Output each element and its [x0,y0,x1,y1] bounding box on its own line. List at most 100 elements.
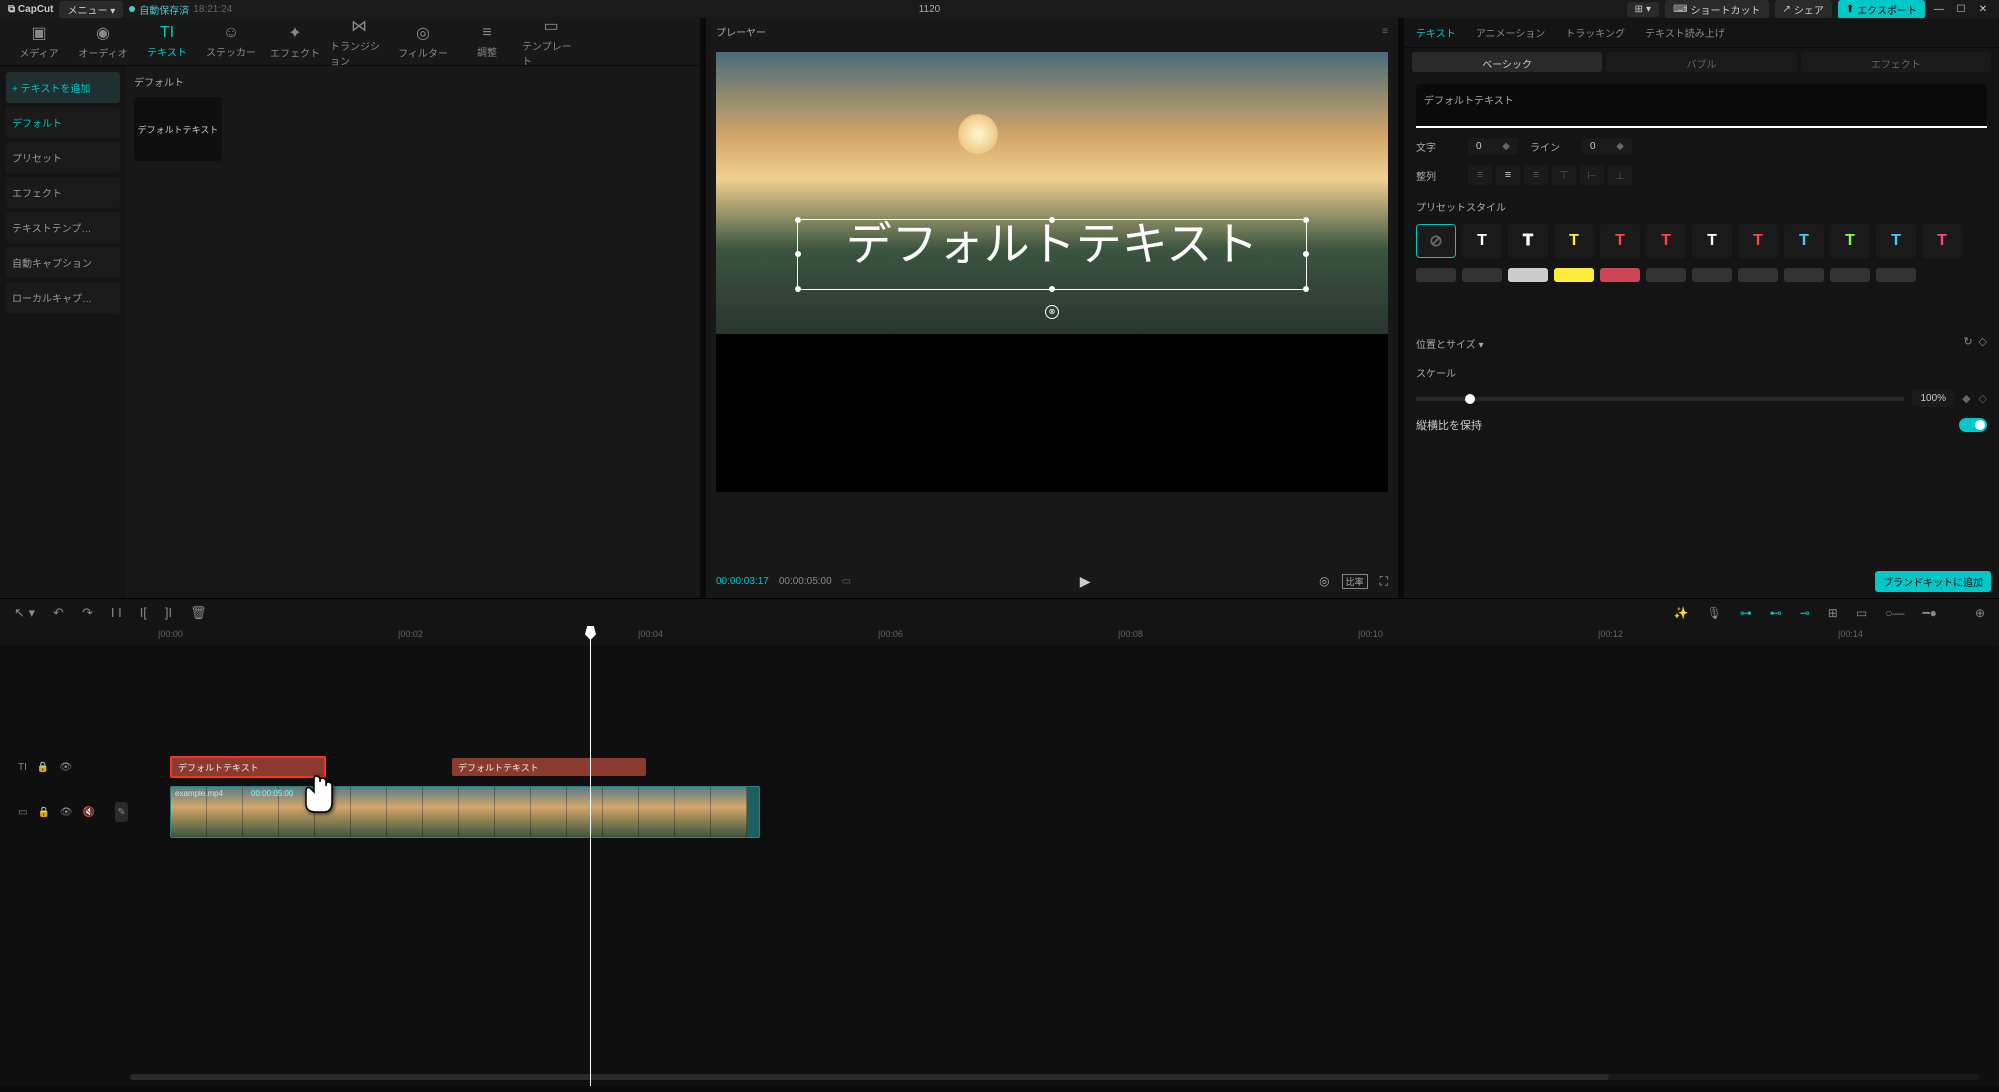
player-viewport[interactable]: ⊗ デフォルトテキスト [716,52,1388,492]
mic-tool[interactable]: 🎙 [1707,606,1722,620]
preset-style-9[interactable]: T [1876,224,1916,258]
text-input[interactable]: デフォルトテキスト [1416,84,1987,128]
preset-style-2[interactable]: T [1554,224,1594,258]
link-tool-2[interactable]: ⊷ [1770,606,1782,620]
split-button[interactable]: I I [111,605,122,620]
rotate-handle[interactable]: ⊗ [1045,305,1059,319]
undo-button[interactable]: ↶ [53,605,64,621]
player-menu-icon[interactable]: ≡ [1382,26,1388,37]
aspect-ratio-toggle[interactable] [1959,418,1987,432]
scale-slider[interactable] [1416,397,1904,401]
preset-bar-6[interactable] [1692,268,1732,282]
tab-filter[interactable]: ◎フィルター [392,22,454,61]
preset-bar-7[interactable] [1738,268,1778,282]
preset-style-5[interactable]: T [1692,224,1732,258]
preset-style-none[interactable]: ⊘ [1416,224,1456,258]
align-bottom-button[interactable]: ⊥ [1608,165,1632,185]
align-top-button[interactable]: ⊤ [1552,165,1576,185]
shortcut-button[interactable]: ⌨ ショートカット [1665,0,1768,19]
preset-bar-1[interactable] [1462,268,1502,282]
tab-media[interactable]: ▣メディア [8,22,70,61]
link-tool-3[interactable]: ⊸ [1800,606,1810,620]
sidebar-preset[interactable]: プリセット [6,142,120,173]
tab-text-props[interactable]: テキスト [1416,19,1456,46]
snap-tool[interactable]: ⊞ [1828,606,1838,620]
delete-button[interactable]: 🗑 [190,605,207,621]
scale-value[interactable]: 100% [1912,390,1954,407]
fullscreen-button[interactable]: ⛶ [1380,574,1388,589]
overlay-text[interactable]: デフォルトテキスト [846,208,1259,274]
sidebar-effect[interactable]: エフェクト [6,177,120,208]
close-button[interactable]: ✕ [1975,2,1991,17]
loop-icon[interactable]: ▭ [842,576,851,587]
export-button[interactable]: ⬆ エクスポート [1838,0,1925,19]
reset-icon[interactable]: ↻ [1963,335,1972,348]
track-mute-icon[interactable]: 🔇 [83,807,95,818]
link-tool-1[interactable]: ⊶ [1740,606,1752,620]
tab-template[interactable]: ▭テンプレート [520,22,582,61]
track-lock-icon[interactable]: 🔒 [37,807,49,818]
align-center-button[interactable]: ≡ [1496,165,1520,185]
keyframe-icon[interactable]: ◇ [1979,335,1987,348]
preset-bar-2[interactable] [1508,268,1548,282]
auto-tool[interactable]: ✨ [1674,606,1689,620]
select-tool[interactable]: ↖ ▾ [14,605,35,621]
sidebar-auto-caption[interactable]: 自動キャプション [6,247,120,278]
redo-button[interactable]: ↷ [82,605,93,621]
preset-style-4[interactable]: T [1646,224,1686,258]
tab-adjust[interactable]: ≡調整 [456,22,518,61]
align-middle-button[interactable]: ⊢ [1580,165,1604,185]
scale-stepper-icon[interactable]: ◆ [1962,392,1970,405]
tab-animation[interactable]: アニメーション [1476,19,1546,46]
menu-button[interactable]: メニュー ▾ [59,1,123,18]
preset-bar-4[interactable] [1600,268,1640,282]
char-spacing-input[interactable]: 0◆ [1468,138,1518,155]
zoom-slider[interactable]: ━● [1922,606,1936,620]
resize-handle-nw[interactable] [795,217,801,223]
share-button[interactable]: ↗ シェア [1775,0,1832,19]
sidebar-default[interactable]: デフォルト [6,107,120,138]
preset-style-1[interactable]: T [1508,224,1548,258]
resize-handle-s[interactable] [1049,286,1055,292]
preview-tool[interactable]: ▭ [1856,606,1867,620]
track-visibility-icon[interactable]: 👁 [60,807,73,818]
video-clip[interactable]: example.mp4 00:00:05:00 [170,786,760,838]
track-visibility-icon[interactable]: 👁 [59,762,72,773]
sidebar-local-caption[interactable]: ローカルキャプ… [6,282,120,313]
tab-sticker[interactable]: ☺ステッカー [200,22,262,61]
sidebar-text-template[interactable]: テキストテンプ… [6,212,120,243]
preset-bar-0[interactable] [1416,268,1456,282]
preset-style-10[interactable]: T [1922,224,1962,258]
tab-tracking[interactable]: トラッキング [1565,19,1625,46]
track-lock-icon[interactable]: 🔒 [37,762,49,773]
frame-button[interactable]: ◎ [1319,574,1329,589]
align-left-button[interactable]: ≡ [1468,165,1492,185]
subtab-bubble[interactable]: バブル [1606,52,1796,72]
maximize-button[interactable]: ☐ [1953,2,1969,17]
subtab-basic[interactable]: ベーシック [1412,52,1602,72]
minimize-button[interactable]: — [1931,2,1947,17]
resize-handle-w[interactable] [795,251,801,257]
preset-style-6[interactable]: T [1738,224,1778,258]
play-button[interactable]: ▶ [861,573,1309,590]
tab-transition[interactable]: ⋈トランジション [328,22,390,61]
add-text-button[interactable]: + テキストを追加 [6,72,120,103]
resize-handle-sw[interactable] [795,286,801,292]
preset-bar-8[interactable] [1784,268,1824,282]
preset-style-8[interactable]: T [1830,224,1870,258]
tab-effect[interactable]: ✦エフェクト [264,22,326,61]
preset-bar-10[interactable] [1876,268,1916,282]
preset-bar-9[interactable] [1830,268,1870,282]
scale-keyframe-icon[interactable]: ◇ [1979,392,1987,405]
timeline-scrollbar[interactable] [130,1074,1979,1080]
preset-style-3[interactable]: T [1600,224,1640,258]
timeline-ruler[interactable]: |00:00|00:02|00:04|00:06|00:08|00:10|00:… [0,626,1999,646]
preset-style-0[interactable]: T [1462,224,1502,258]
layout-button[interactable]: ⊞ ▾ [1627,2,1659,17]
text-clip-2[interactable]: デフォルトテキスト [452,758,646,776]
tab-audio[interactable]: ◉オーディオ [72,22,134,61]
tab-tts[interactable]: テキスト読み上げ [1645,19,1725,46]
preset-bar-3[interactable] [1554,268,1594,282]
default-text-preset[interactable]: デフォルトテキスト [134,97,222,161]
split-left-button[interactable]: I[ [140,605,147,620]
